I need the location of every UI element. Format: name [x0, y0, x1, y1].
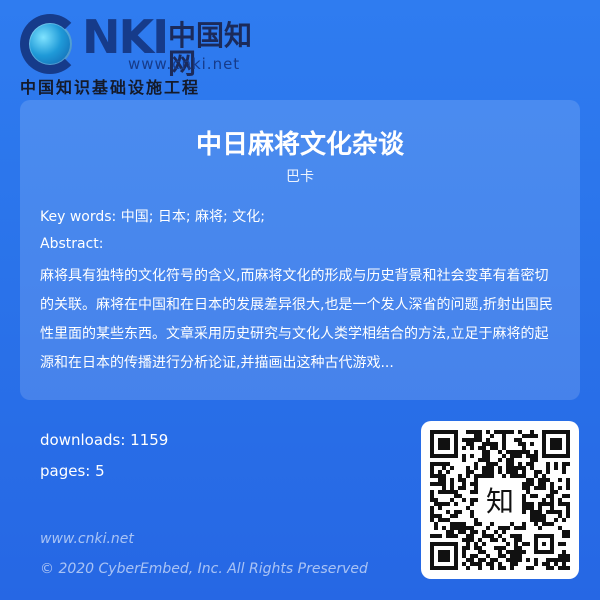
keywords-label: Key words:: [40, 209, 117, 225]
qr-code-icon: 知: [430, 430, 570, 570]
article-title[interactable]: 中日麻将文化杂谈: [20, 124, 580, 161]
logo-nki-text: NKI: [82, 10, 169, 64]
abstract-label: Abstract:: [40, 236, 104, 252]
qr-center-logo: 知: [486, 485, 514, 518]
page-count: pages: 5: [40, 462, 105, 480]
logo-c-mark: [20, 14, 80, 74]
logo-subtitle: 中国知识基础设施工程: [20, 78, 201, 97]
article-author[interactable]: 巴卡: [20, 166, 580, 186]
keywords-value: 中国; 日本; 麻将; 文化;: [120, 209, 265, 225]
downloads-count: downloads: 1159: [40, 431, 169, 449]
cnki-logo[interactable]: NKI 中国知网 www.cnki.net 中国知识基础设施工程: [18, 8, 268, 97]
abstract-text: 麻将具有独特的文化符号的含义,而麻将文化的形成与历史背景和社会变革有着密切的关联…: [40, 268, 553, 371]
keywords-row: Key words: 中国; 日本; 麻将; 文化;: [40, 206, 265, 226]
qr-code[interactable]: 知: [421, 421, 579, 579]
footer-url-link[interactable]: www.cnki.net: [40, 531, 134, 547]
logo-url: www.cnki.net: [128, 55, 241, 73]
footer-copyright: © 2020 CyberEmbed, Inc. All Rights Prese…: [40, 561, 368, 577]
article-card: 中日麻将文化杂谈 巴卡 Key words: 中国; 日本; 麻将; 文化; A…: [20, 100, 580, 400]
